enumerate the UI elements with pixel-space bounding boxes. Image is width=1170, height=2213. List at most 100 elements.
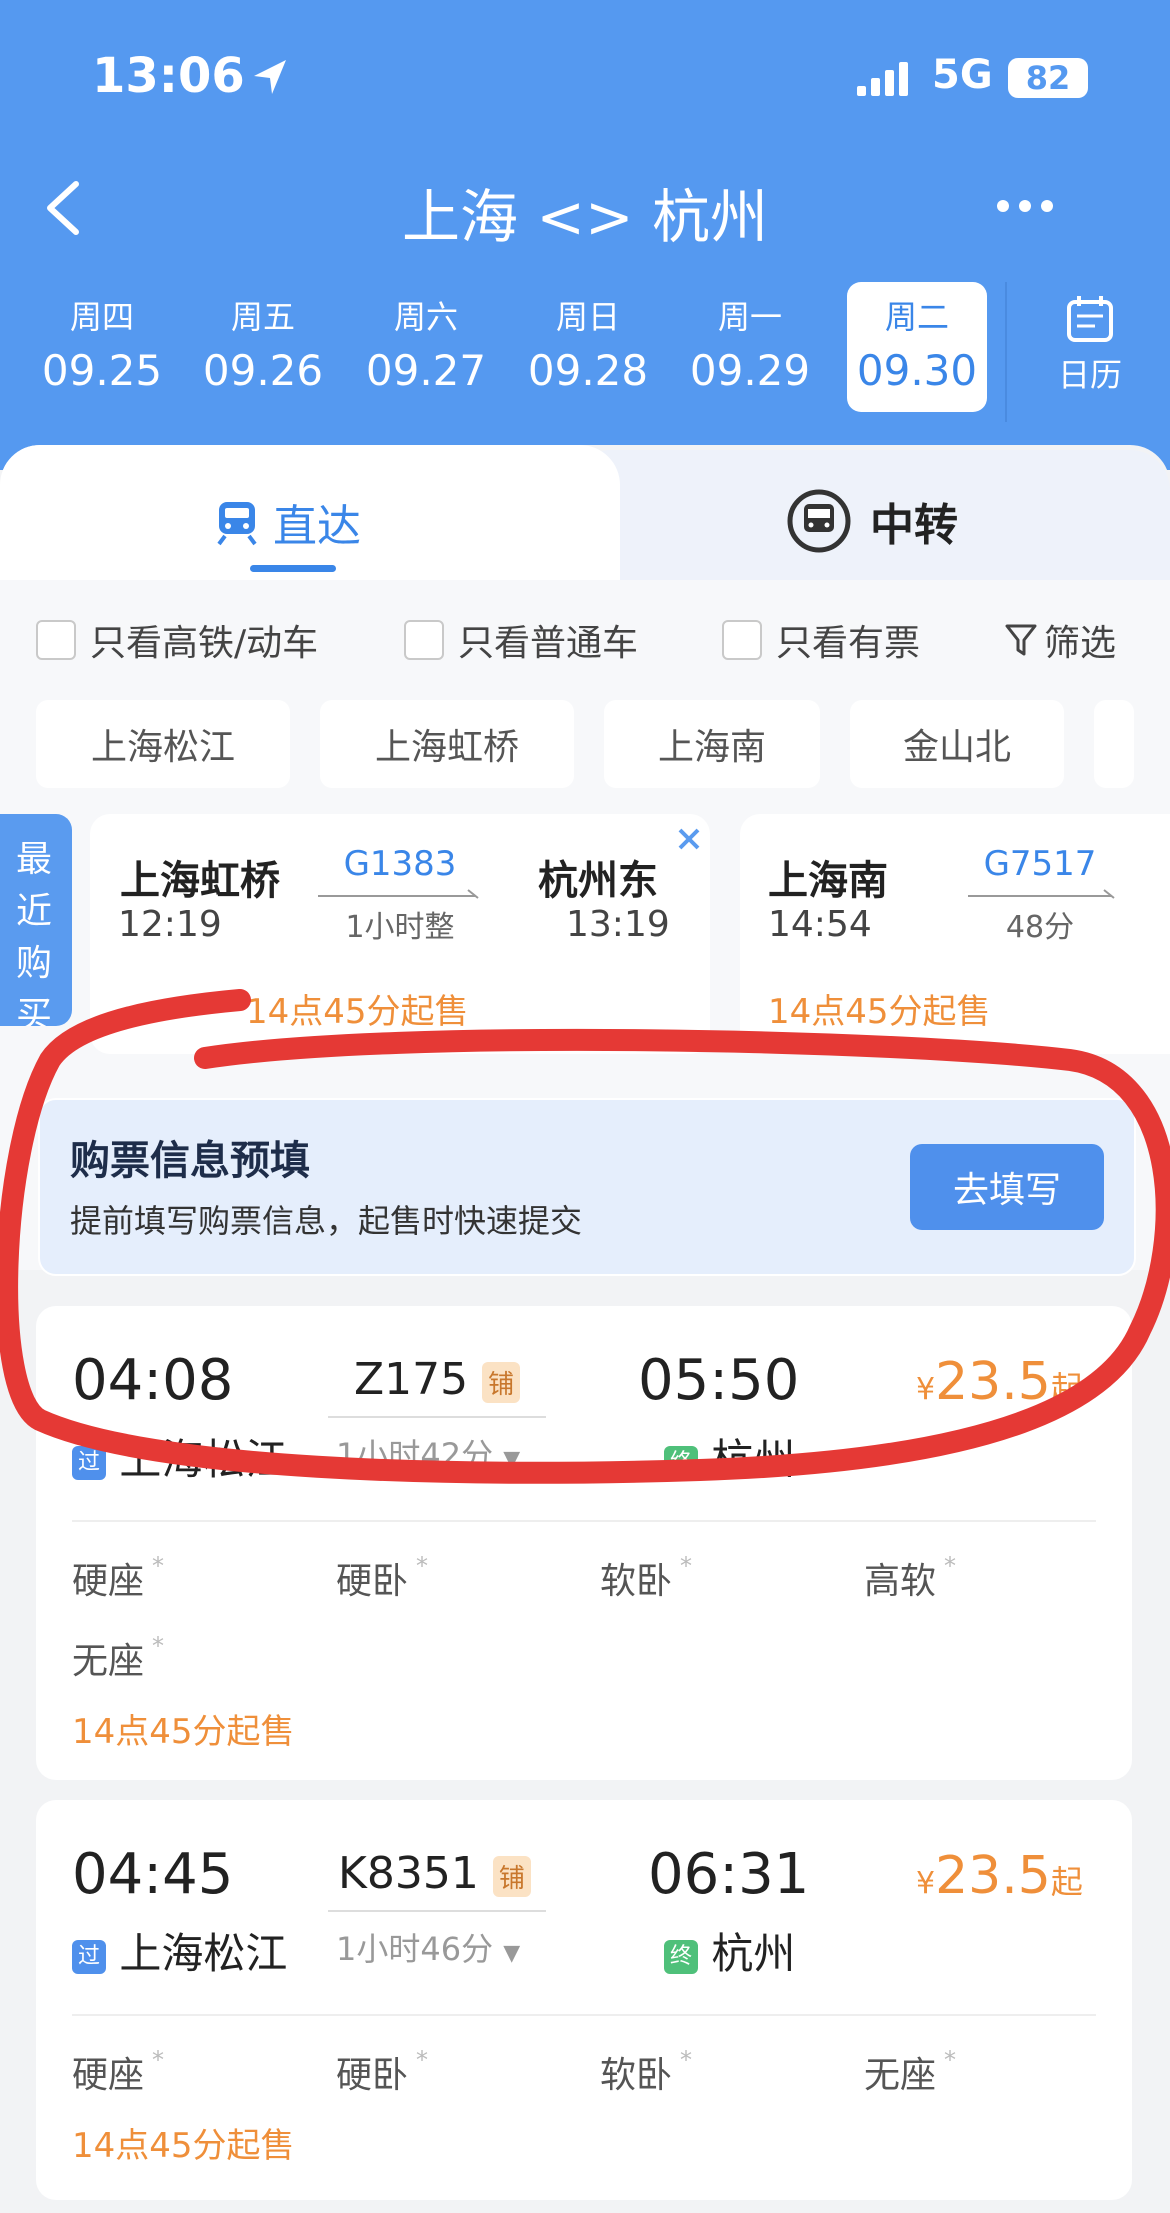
filter-available-label: 只看有票 bbox=[776, 623, 921, 664]
recent-sale-time: 14点45分起售 bbox=[768, 992, 991, 1032]
price-suffix: 起 bbox=[1050, 1369, 1083, 1407]
train-number-row: Z175 铺 bbox=[354, 1354, 521, 1405]
tab-transfer[interactable]: 中转 bbox=[786, 488, 958, 554]
duration-line bbox=[328, 1910, 546, 1912]
recent-duration: 48分 bbox=[1005, 910, 1075, 945]
recent-card-1[interactable]: 上海虹桥 12:19 G1383 1小时整 杭州东 13:19 14点45分起售 bbox=[90, 814, 710, 1054]
currency: ¥ bbox=[916, 1866, 936, 1901]
seat-type: 高软 * bbox=[864, 1552, 956, 1604]
sale-time: 14点45分起售 bbox=[72, 1712, 295, 1752]
arr-time: 05:50 bbox=[638, 1348, 800, 1413]
recent-train-number: G1383 bbox=[343, 844, 457, 884]
seat-type: 硬座 * bbox=[72, 2046, 164, 2098]
to-station-row: 终 杭州 bbox=[664, 1426, 795, 1487]
price-row: ¥23.5起 bbox=[916, 1352, 1083, 1412]
price-row: ¥23.5起 bbox=[916, 1846, 1083, 1906]
prefill-title: 购票信息预填 bbox=[70, 1138, 310, 1184]
seat-label: 无座 bbox=[72, 1641, 145, 1682]
train-number: K8351 bbox=[338, 1848, 479, 1899]
to-station: 杭州 bbox=[711, 1435, 796, 1484]
seat-mark: * bbox=[416, 1552, 429, 1580]
checkbox[interactable] bbox=[404, 620, 444, 660]
more-dots-icon[interactable] bbox=[995, 196, 1055, 216]
seat-type: 硬卧 * bbox=[336, 2046, 428, 2098]
date-value: 09.30 bbox=[856, 346, 978, 395]
calendar-button[interactable]: 日历 bbox=[1030, 294, 1150, 396]
train-card-z175[interactable]: 04:08 过 上海松江 Z175 铺 1小时42分 ▼ 05:50 终 杭州 … bbox=[36, 1306, 1132, 1780]
from-station-row: 过 上海松江 bbox=[72, 1920, 287, 1981]
date-tab-0927[interactable]: 周六 09.27 bbox=[356, 282, 496, 395]
station-chip[interactable]: 上海虹桥 bbox=[320, 700, 574, 788]
recent-dep-time: 14:54 bbox=[768, 904, 872, 945]
seat-mark: * bbox=[680, 2046, 693, 2074]
price: 23.5 bbox=[935, 1352, 1051, 1412]
prefill-banner: 购票信息预填 提前填写购票信息，起售时快速提交 去填写 bbox=[38, 1098, 1136, 1276]
duration-row[interactable]: 1小时46分 ▼ bbox=[336, 1924, 520, 1970]
price-suffix: 起 bbox=[1050, 1863, 1083, 1901]
date-tab-0925[interactable]: 周四 09.25 bbox=[32, 282, 172, 395]
seat-label: 无座 bbox=[864, 2055, 937, 2096]
train-number-row: K8351 铺 bbox=[338, 1848, 531, 1899]
divider bbox=[72, 2014, 1096, 2016]
arrow-line bbox=[318, 889, 479, 899]
close-icon[interactable] bbox=[674, 824, 704, 854]
recent-card-2[interactable]: 上海南 14:54 G7517 48分 14点45分起售 bbox=[740, 814, 1170, 1054]
date-value: 09.29 bbox=[689, 346, 811, 395]
seat-type: 软卧 * bbox=[600, 1552, 692, 1604]
checkbox[interactable] bbox=[722, 620, 762, 660]
filter-button-label: 筛选 bbox=[1044, 623, 1117, 664]
berth-badge: 铺 bbox=[492, 1855, 531, 1897]
duration-row[interactable]: 1小时42分 ▼ bbox=[336, 1430, 520, 1476]
location-arrow-icon bbox=[254, 60, 286, 94]
date-tab-0930-selected[interactable]: 周二 09.30 bbox=[847, 282, 987, 412]
seat-type: 硬卧 * bbox=[336, 1552, 428, 1604]
date-tab-0929[interactable]: 周一 09.29 bbox=[680, 282, 820, 395]
date-value: 09.27 bbox=[365, 346, 487, 395]
seat-label: 硬座 bbox=[72, 1561, 145, 1602]
bus-transfer-icon bbox=[787, 489, 851, 553]
date-value: 09.26 bbox=[202, 346, 324, 395]
seat-type: 无座 * bbox=[864, 2046, 956, 2098]
tab-direct[interactable]: 直达 bbox=[215, 490, 361, 554]
date-tab-0926[interactable]: 周五 09.26 bbox=[193, 282, 333, 395]
date-weekday: 周五 bbox=[230, 298, 295, 336]
seat-mark: * bbox=[944, 2046, 957, 2074]
prefill-button[interactable]: 去填写 bbox=[910, 1144, 1104, 1230]
divider bbox=[72, 1520, 1096, 1522]
seat-mark: * bbox=[152, 1632, 165, 1660]
recent-arr-time: 13:19 bbox=[566, 904, 670, 945]
price: 23.5 bbox=[935, 1846, 1051, 1906]
station-chip[interactable]: 上海松江 bbox=[36, 700, 290, 788]
tab-direct-underline bbox=[250, 565, 336, 572]
terminal-badge: 终 bbox=[664, 1445, 698, 1480]
station-chip[interactable]: 金山北 bbox=[850, 700, 1064, 788]
duration-line bbox=[328, 1416, 546, 1418]
recent-train-number: G7517 bbox=[983, 844, 1097, 884]
recent-from: 上海南 bbox=[768, 858, 888, 904]
station-chip[interactable]: 上海南 bbox=[604, 700, 820, 788]
train-number: Z175 bbox=[354, 1354, 469, 1405]
to-station-row: 终 杭州 bbox=[664, 1920, 795, 1981]
filter-button[interactable]: 筛选 bbox=[1004, 614, 1116, 666]
date-weekday: 周六 bbox=[393, 298, 458, 336]
filter-normal[interactable]: 只看普通车 bbox=[404, 614, 638, 666]
checkbox[interactable] bbox=[36, 620, 76, 660]
battery-indicator: 82 bbox=[1008, 58, 1088, 98]
filter-normal-label: 只看普通车 bbox=[458, 623, 639, 664]
signal-icon bbox=[857, 62, 908, 96]
seat-mark: * bbox=[152, 1552, 165, 1580]
seat-label: 硬座 bbox=[72, 2055, 145, 2096]
pass-badge: 过 bbox=[72, 1939, 106, 1974]
terminal-badge: 终 bbox=[664, 1939, 698, 1974]
date-tab-0928[interactable]: 周日 09.28 bbox=[518, 282, 658, 395]
filter-high-speed[interactable]: 只看高铁/动车 bbox=[36, 614, 318, 666]
dep-time: 04:45 bbox=[72, 1842, 234, 1907]
seat-label: 硬卧 bbox=[336, 1561, 409, 1602]
caret-down-icon: ▼ bbox=[503, 1447, 521, 1472]
seat-label: 硬卧 bbox=[336, 2055, 409, 2096]
train-card-k8351[interactable]: 04:45 过 上海松江 K8351 铺 1小时46分 ▼ 06:31 终 杭州… bbox=[36, 1800, 1132, 2200]
station-chip-partial[interactable] bbox=[1094, 700, 1134, 788]
seat-mark: * bbox=[944, 1552, 957, 1580]
filter-available[interactable]: 只看有票 bbox=[722, 614, 920, 666]
date-divider bbox=[1005, 282, 1007, 422]
